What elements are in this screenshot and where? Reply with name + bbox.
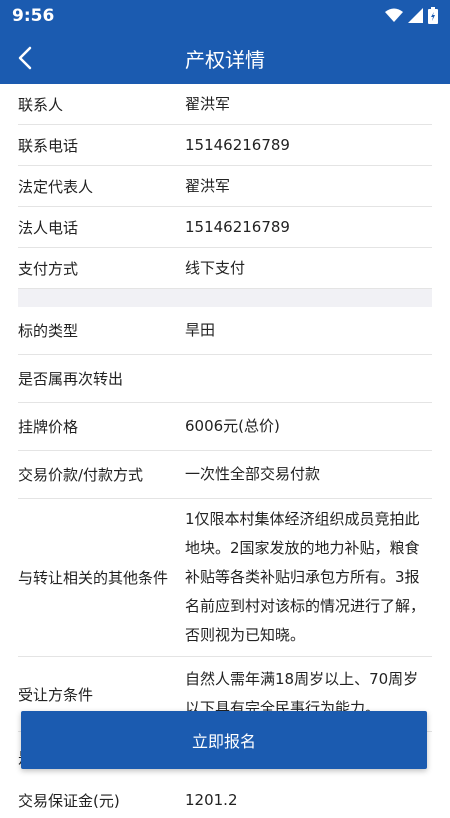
row-value: 1仅限本村集体经济组织成员竞拍此地块。2国家发放的地力补贴，粮食补贴等各类补贴归…	[185, 510, 426, 644]
status-time: 9:56	[12, 6, 55, 26]
row-value: 一次性全部交易付款	[185, 465, 321, 483]
signal-icon	[408, 8, 423, 23]
row-label: 标的类型	[18, 322, 79, 340]
row-payment-method: 支付方式 线下支付	[18, 248, 432, 289]
row-label: 是否属再次转出	[18, 370, 124, 388]
row-value: 1201.2	[185, 790, 238, 809]
row-legal-phone: 法人电话 15146216789	[18, 207, 432, 248]
status-icons	[385, 7, 438, 24]
row-value: 翟洪军	[185, 176, 231, 195]
row-value: 线下支付	[185, 258, 246, 277]
row-label: 挂牌价格	[18, 418, 79, 436]
row-legal-representative: 法定代表人 翟洪军	[18, 166, 432, 207]
row-label: 交易保证金(元)	[18, 791, 120, 810]
row-label: 交易价款/付款方式	[18, 466, 144, 484]
status-bar: 9:56	[0, 0, 450, 32]
wifi-icon	[385, 8, 403, 22]
row-label: 受让方条件	[18, 685, 94, 704]
row-other-conditions: 与转让相关的其他条件 1仅限本村集体经济组织成员竞拍此地块。2国家发放的地力补贴…	[18, 499, 432, 657]
register-now-button[interactable]: 立即报名	[21, 711, 427, 769]
detail-list: 联系人 翟洪军 联系电话 15146216789 法定代表人 翟洪军 法人电话 …	[18, 84, 432, 818]
row-value: 6006元(总价)	[185, 417, 280, 435]
battery-icon	[428, 7, 438, 24]
app-bar: 产权详情	[0, 32, 450, 84]
row-label: 支付方式	[18, 259, 79, 278]
row-label: 法人电话	[18, 218, 79, 237]
row-value[interactable]: 15146216789	[185, 213, 432, 242]
row-deposit: 交易保证金(元) 1201.2	[18, 782, 432, 818]
row-label: 法定代表人	[18, 177, 94, 196]
row-label: 与转让相关的其他条件	[18, 569, 169, 587]
row-contact-phone: 联系电话 15146216789	[18, 125, 432, 166]
page-title: 产权详情	[185, 48, 265, 72]
row-value: 旱田	[185, 321, 216, 339]
row-contact: 联系人 翟洪军	[18, 84, 432, 125]
row-target-type: 标的类型 旱田	[18, 307, 432, 355]
row-label: 联系人	[18, 95, 64, 114]
row-listing-price: 挂牌价格 6006元(总价)	[18, 403, 432, 451]
section-divider	[18, 289, 432, 307]
row-retransfer: 是否属再次转出	[18, 355, 432, 403]
row-label: 联系电话	[18, 136, 79, 155]
register-now-label: 立即报名	[191, 732, 256, 751]
row-value[interactable]: 15146216789	[185, 131, 432, 160]
row-payment-terms: 交易价款/付款方式 一次性全部交易付款	[18, 451, 432, 499]
row-value: 翟洪军	[185, 94, 231, 113]
